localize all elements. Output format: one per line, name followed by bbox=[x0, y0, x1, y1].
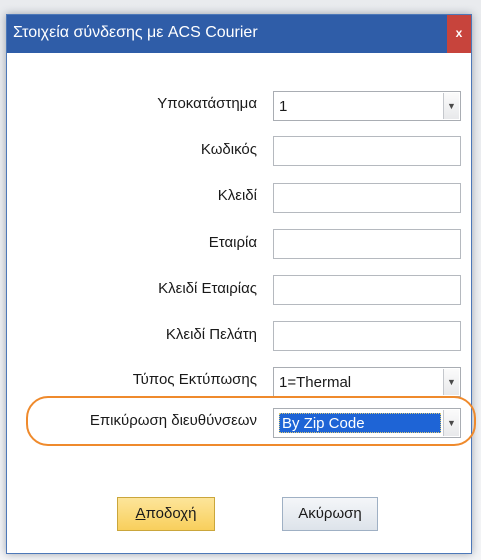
chevron-down-icon: ▼ bbox=[447, 377, 456, 387]
print-type-dropdown-button[interactable]: ▼ bbox=[443, 369, 459, 395]
address-validation-dropdown-button[interactable]: ▼ bbox=[443, 410, 459, 436]
print-type-label: Τύπος Εκτύπωσης bbox=[132, 371, 257, 388]
close-button[interactable]: x bbox=[447, 15, 471, 53]
address-validation-value: By Zip Code bbox=[282, 415, 365, 432]
code-input[interactable] bbox=[273, 136, 461, 166]
branch-label: Υποκατάστημα bbox=[157, 95, 257, 112]
close-icon: x bbox=[455, 26, 463, 40]
address-validation-combo[interactable]: By Zip Code ▼ bbox=[273, 408, 461, 438]
customer-key-input[interactable] bbox=[273, 321, 461, 351]
print-type-combo[interactable]: 1=Thermal ▼ bbox=[273, 367, 461, 397]
branch-value: 1 bbox=[279, 98, 288, 115]
company-input[interactable] bbox=[273, 229, 461, 259]
title-bar[interactable]: Στοιχεία σύνδεσης με ACS Courier x bbox=[7, 15, 471, 53]
address-validation-selection: By Zip Code bbox=[279, 413, 441, 433]
accept-mnemonic: Α bbox=[135, 505, 146, 522]
key-label: Κλειδί bbox=[217, 187, 257, 204]
customer-key-label: Κλειδί Πελάτη bbox=[165, 326, 257, 343]
dialog-window: Στοιχεία σύνδεσης με ACS Courier x Υποκα… bbox=[6, 14, 472, 554]
print-type-value: 1=Thermal bbox=[279, 374, 352, 391]
key-input[interactable] bbox=[273, 183, 461, 213]
chevron-down-icon: ▼ bbox=[447, 101, 456, 111]
chevron-down-icon: ▼ bbox=[447, 418, 456, 428]
branch-dropdown-button[interactable]: ▼ bbox=[443, 93, 459, 119]
company-label: Εταιρία bbox=[208, 234, 257, 251]
cancel-button[interactable]: Ακύρωση bbox=[282, 497, 378, 531]
code-label: Κωδικός bbox=[200, 141, 257, 158]
window-title: Στοιχεία σύνδεσης με ACS Courier bbox=[13, 24, 258, 41]
company-key-label: Κλειδί Εταιρίας bbox=[158, 280, 257, 297]
accept-label-rest: ποδοχή bbox=[145, 505, 197, 522]
address-validation-label: Επικύρωση διευθύνσεων bbox=[89, 412, 257, 429]
company-key-input[interactable] bbox=[273, 275, 461, 305]
branch-combo[interactable]: 1 ▼ bbox=[273, 91, 461, 121]
accept-button[interactable]: Αποδοχή bbox=[117, 497, 215, 531]
